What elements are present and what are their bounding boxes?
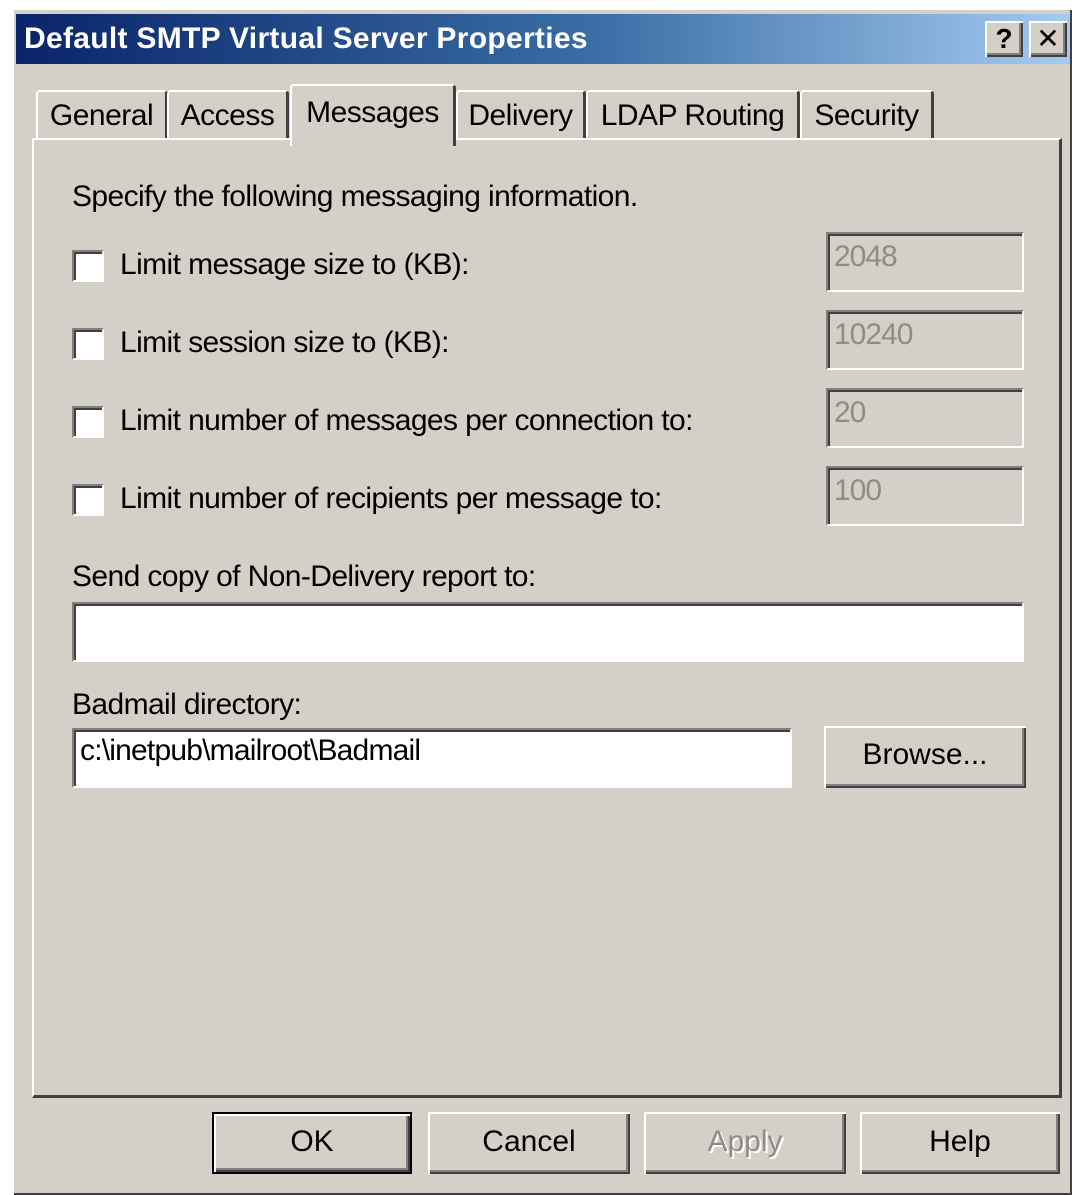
help-button[interactable]: Help: [860, 1112, 1060, 1174]
ndr-label: Send copy of Non-Delivery report to:: [72, 560, 536, 593]
window-title: Default SMTP Virtual Server Properties: [24, 22, 588, 55]
smtp-properties-dialog: Default SMTP Virtual Server Properties ?…: [12, 8, 1072, 1195]
help-icon[interactable]: ?: [985, 21, 1023, 57]
messages-tab-panel: Specify the following messaging informat…: [32, 138, 1062, 1098]
recipients-per-message-field[interactable]: 100: [826, 466, 1024, 526]
ok-button[interactable]: OK: [212, 1112, 412, 1174]
tab-ldap-routing[interactable]: LDAP Routing: [586, 90, 800, 140]
tab-delivery[interactable]: Delivery: [456, 90, 586, 140]
badmail-label: Badmail directory:: [72, 688, 302, 721]
limit-session-size-label: Limit session size to (KB):: [120, 326, 450, 359]
apply-button-label: Apply: [707, 1125, 783, 1158]
limit-message-size-label: Limit message size to (KB):: [120, 248, 470, 281]
apply-button[interactable]: Apply: [644, 1112, 846, 1174]
tab-access[interactable]: Access: [167, 90, 289, 140]
title-bar[interactable]: Default SMTP Virtual Server Properties ?…: [16, 14, 1070, 64]
message-size-field[interactable]: 2048: [826, 232, 1024, 292]
badmail-directory-input[interactable]: c:\inetpub\mailroot\Badmail: [72, 728, 792, 788]
limit-messages-per-connection-label: Limit number of messages per connection …: [120, 404, 693, 437]
tab-security[interactable]: Security: [800, 90, 934, 140]
limit-recipients-per-message-label: Limit number of recipients per message t…: [120, 482, 662, 515]
tab-general[interactable]: General: [36, 90, 168, 140]
messages-per-connection-field[interactable]: 20: [826, 388, 1024, 448]
tab-messages[interactable]: Messages: [290, 84, 456, 146]
cancel-button[interactable]: Cancel: [428, 1112, 630, 1174]
browse-button[interactable]: Browse...: [824, 726, 1026, 788]
close-icon[interactable]: ✕: [1029, 21, 1067, 57]
intro-text: Specify the following messaging informat…: [72, 180, 638, 213]
limit-session-size-checkbox[interactable]: [72, 328, 104, 360]
limit-message-size-checkbox[interactable]: [72, 250, 104, 282]
limit-recipients-per-message-checkbox[interactable]: [72, 484, 104, 516]
ndr-recipient-input[interactable]: [72, 602, 1024, 662]
limit-messages-per-connection-checkbox[interactable]: [72, 406, 104, 438]
session-size-field[interactable]: 10240: [826, 310, 1024, 370]
